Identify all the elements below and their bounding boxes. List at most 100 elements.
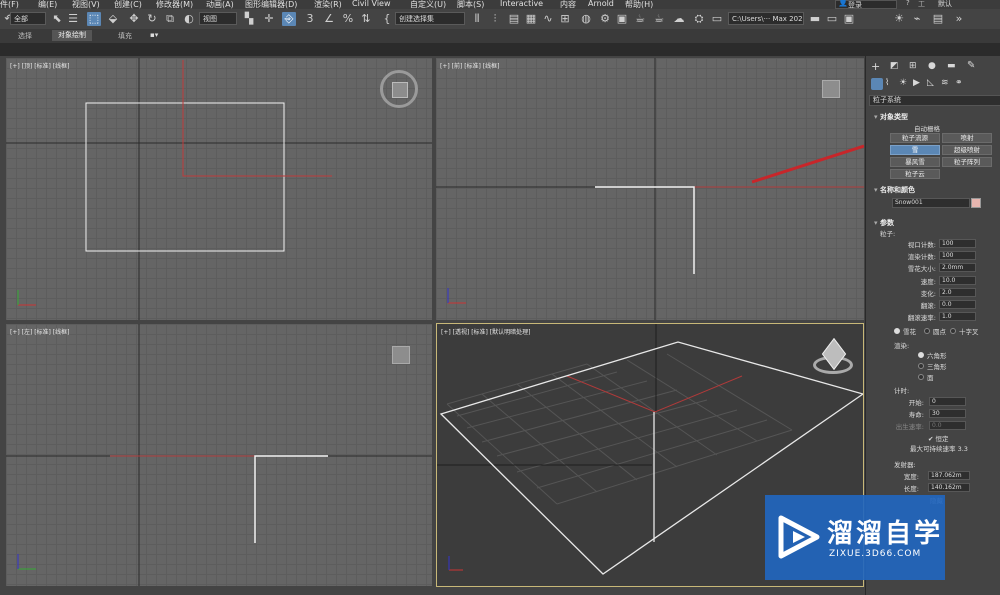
super-spray-button[interactable]: 超级喷射 — [942, 145, 992, 155]
mirror-icon[interactable]: ⫴ — [470, 12, 484, 26]
speed-spinner[interactable]: 10.0 — [939, 276, 976, 285]
spray-button[interactable]: 喷射 — [942, 133, 992, 143]
snow-button[interactable]: 雪 — [890, 145, 940, 155]
hierarchy-tab-icon[interactable]: ⊞ — [909, 61, 917, 71]
a360-icon[interactable]: ⛭ — [692, 12, 706, 26]
render-triangle-radio[interactable] — [918, 363, 924, 369]
extra-icon[interactable]: » — [952, 12, 966, 26]
particle-array-button[interactable]: 粒子阵列 — [942, 157, 992, 167]
parameters-rollout[interactable]: 参数 — [874, 218, 894, 228]
scene-explorer-icon[interactable]: ▤ — [931, 12, 945, 26]
rendered-frame-icon[interactable]: ▣ — [615, 12, 629, 26]
percent-snap-icon[interactable]: % — [341, 12, 355, 26]
project-folder-icon[interactable]: ▬ — [808, 12, 822, 26]
blizzard-button[interactable]: 暴风雪 — [890, 157, 940, 167]
utilities-tab-icon[interactable]: ✎ — [967, 60, 975, 71]
geometry-icon[interactable] — [871, 78, 883, 90]
scale-icon[interactable]: ⧉ — [163, 12, 177, 26]
folder-icon[interactable]: ▭ — [825, 12, 839, 26]
motion-tab-icon[interactable]: ● — [928, 61, 936, 71]
select-object-icon[interactable]: ⬉ — [50, 12, 64, 26]
rect-selection-icon[interactable]: ⬚ — [87, 12, 101, 26]
move-icon[interactable]: ✥ — [127, 12, 141, 26]
selection-filter-dropdown[interactable]: 全部 — [10, 12, 46, 25]
render-iterative-icon[interactable]: ☕ — [652, 12, 666, 26]
named-selection-set-dropdown[interactable]: 创建选择集 — [395, 12, 465, 25]
reference-coord-dropdown[interactable]: 视图 — [199, 12, 237, 25]
viewport-top[interactable]: [+] [顶] [标准] [线框] — [6, 58, 432, 320]
modify-tab-icon[interactable]: ◩ — [890, 61, 899, 71]
keyboard-shortcut-icon[interactable]: ⎆ — [282, 12, 296, 26]
display-tab-icon[interactable]: ▬ — [947, 61, 956, 71]
display-cross-radio[interactable] — [950, 328, 956, 334]
cameras-icon[interactable]: ▶ — [913, 78, 920, 88]
render-face-radio[interactable] — [918, 374, 924, 380]
sign-in-dropdown[interactable]: 👤 登录 — [835, 0, 897, 9]
help-icon[interactable]: ? — [906, 0, 910, 7]
ribbon-tab-populate[interactable]: 填充 — [118, 31, 132, 41]
render-hexagon-radio[interactable] — [918, 352, 924, 358]
viewcube-top[interactable] — [380, 70, 418, 108]
shapes-icon[interactable]: ⌇ — [885, 78, 889, 88]
flake-size-spinner[interactable]: 2.0mm — [939, 263, 976, 272]
birth-rate-spinner[interactable]: 0.0 — [929, 421, 966, 430]
rotate-icon[interactable]: ↻ — [145, 12, 159, 26]
systems-icon[interactable]: ⚭ — [955, 78, 963, 88]
particle-cloud-button[interactable]: 粒子云 — [890, 169, 940, 179]
constant-checkbox[interactable]: ✔ 恒定 — [928, 433, 949, 443]
variation-spinner[interactable]: 2.0 — [939, 288, 976, 297]
snow-emitter-edge[interactable] — [595, 186, 695, 274]
object-name-input[interactable]: Snow001 — [892, 198, 970, 208]
project-path-dropdown[interactable]: C:\Users\··· Max 2020 — [728, 12, 804, 25]
particle-flow-source-button[interactable]: 粒子流源 — [890, 133, 940, 143]
space-warps-icon[interactable]: ≋ — [941, 78, 949, 88]
open-explorer-icon[interactable]: ▭ — [710, 12, 724, 26]
viewport-left[interactable]: [+] [左] [标准] [线框] — [6, 324, 432, 586]
edit-named-sets-icon[interactable]: { — [380, 12, 394, 26]
snow-emitter-rect[interactable] — [85, 102, 285, 252]
render-production-icon[interactable]: ☕ — [633, 12, 647, 26]
set-project-icon[interactable]: ▣ — [842, 12, 856, 26]
layer-explorer-icon[interactable]: ▤ — [507, 12, 521, 26]
snap-toggle-icon[interactable]: 3 — [303, 12, 317, 26]
lightbulb-icon[interactable]: ☀ — [892, 12, 906, 26]
display-snowflake-radio[interactable] — [894, 328, 900, 334]
viewcube-left[interactable] — [392, 346, 410, 364]
category-dropdown[interactable]: 粒子系统 — [869, 95, 1000, 106]
tool-icon[interactable]: ⌁ — [910, 12, 924, 26]
viewcube-front[interactable] — [822, 80, 840, 98]
tumble-rate-spinner[interactable]: 1.0 — [939, 312, 976, 321]
life-spinner[interactable]: 30 — [929, 409, 966, 418]
length-spinner[interactable]: 140.162m — [928, 483, 970, 492]
spinner-snap-icon[interactable]: ⇅ — [359, 12, 373, 26]
ribbon-tab-selection[interactable]: 选择 — [18, 31, 32, 41]
material-editor-icon[interactable]: ◍ — [579, 12, 593, 26]
ribbon-tab-object-paint[interactable]: 对象绘制 — [52, 30, 92, 41]
viewport-front[interactable]: [+] [前] [标准] [线框] — [436, 58, 864, 320]
toggle-ribbon-icon[interactable]: ▦ — [524, 12, 538, 26]
render-setup-icon[interactable]: ⚙ — [598, 12, 612, 26]
viewport-count-spinner[interactable]: 100 — [939, 239, 976, 248]
menu-item[interactable]: Civil View — [352, 0, 391, 8]
render-count-spinner[interactable]: 100 — [939, 251, 976, 260]
render-cloud-icon[interactable]: ☁ — [672, 12, 686, 26]
object-color-swatch[interactable] — [971, 198, 981, 208]
create-tab-icon[interactable]: + — [871, 60, 880, 73]
width-spinner[interactable]: 187.062m — [928, 471, 970, 480]
display-dot-radio[interactable] — [924, 328, 930, 334]
select-manipulate-icon[interactable]: ✛ — [262, 12, 276, 26]
helpers-icon[interactable]: ◺ — [927, 78, 934, 88]
menu-item[interactable]: Interactive — [500, 0, 543, 8]
viewcube-face[interactable] — [392, 82, 408, 98]
autogrid-checkbox[interactable]: 自动栅格 — [914, 123, 940, 133]
window-crossing-icon[interactable]: ⬙ — [106, 12, 120, 26]
place-icon[interactable]: ◐ — [182, 12, 196, 26]
menu-item[interactable]: Arnold — [588, 0, 614, 8]
snow-emitter-edge[interactable] — [254, 455, 328, 543]
align-icon[interactable]: ⫶ — [488, 12, 502, 26]
start-spinner[interactable]: 0 — [929, 397, 966, 406]
name-color-rollout[interactable]: 名称和颜色 — [874, 185, 915, 195]
angle-snap-icon[interactable]: ∠ — [322, 12, 336, 26]
curve-editor-icon[interactable]: ∿ — [541, 12, 555, 26]
ribbon-options-icon[interactable]: ▪▾ — [150, 31, 158, 39]
